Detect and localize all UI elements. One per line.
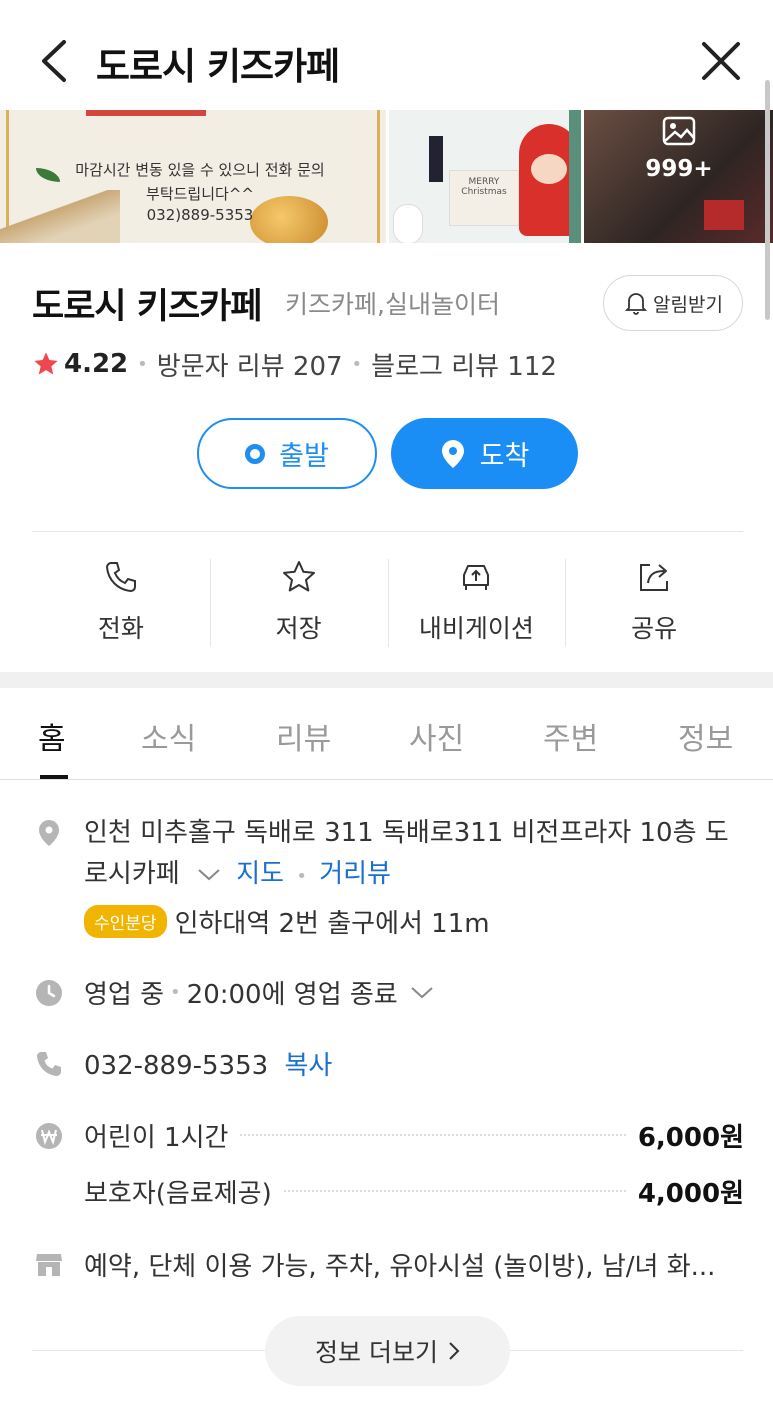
address: 인천 미추홀구 독배로 311 독배로311 비전프라자 10층 도로시카페 지… (84, 813, 744, 897)
chevron-down-icon[interactable] (196, 867, 222, 883)
car-icon (463, 565, 490, 590)
map-link[interactable]: 지도 (236, 859, 284, 889)
save-action[interactable]: 저장 (209, 555, 388, 650)
merry-christmas-label: MERRY Christmas (461, 177, 507, 197)
place-category: 키즈카페,실내놀이터 (285, 290, 500, 319)
quick-actions: 전화 저장 내비게이션 공유 (32, 555, 743, 650)
separator-dot: • (351, 353, 363, 375)
scrollbar[interactable] (765, 80, 770, 320)
notify-button[interactable]: 알림받기 (603, 275, 743, 331)
photo-more[interactable]: 999+ (584, 110, 773, 243)
address-text: 인천 미추홀구 독배로 311 독배로311 비전프라자 10층 도로시카페 (84, 818, 729, 889)
amenities: 예약, 단체 이용 가능, 주차, 유아시설 (놀이방), 남/녀 화... (84, 1252, 716, 1282)
phone-icon (105, 562, 136, 593)
price-name: 어린이 1시간 (84, 1122, 229, 1153)
store-icon (36, 1254, 62, 1276)
photo-notice-phone: 032)889-5353 (146, 206, 254, 224)
close-icon[interactable] (700, 40, 742, 82)
notify-label: 알림받기 (653, 293, 723, 316)
tab-nearby[interactable]: 주변 (543, 714, 598, 758)
copy-button[interactable]: 복사 (284, 1051, 332, 1081)
photo-strip[interactable]: 마감시간 변동 있을 수 있으니 전화 문의 부탁드립니다^^ 032)889-… (0, 110, 773, 243)
save-label: 저장 (275, 614, 322, 643)
separator-dot: • (296, 866, 307, 887)
location-pin-icon (441, 439, 464, 468)
top-bar: 도로시 키즈카페 (0, 0, 773, 110)
chevron-right-icon (449, 1342, 460, 1360)
closing-time: 20:00에 영업 종료 (186, 980, 398, 1010)
call-action[interactable]: 전화 (32, 555, 210, 650)
street-view-link[interactable]: 거리뷰 (319, 859, 391, 889)
price-row: 보호자(음료제공) 4,000원 (84, 1173, 744, 1209)
photo-count: 999+ (645, 156, 713, 182)
arrive-button[interactable]: 도착 (391, 418, 578, 489)
clock-icon (36, 980, 62, 1006)
tab-bar: 홈 소식 리뷰 사진 주변 정보 (0, 688, 773, 780)
arrive-label: 도착 (479, 441, 530, 472)
call-label: 전화 (97, 614, 144, 643)
section-gap (0, 672, 773, 688)
phone-icon (37, 1052, 61, 1076)
tab-info[interactable]: 정보 (678, 714, 733, 758)
price-name: 보호자(음료제공) (84, 1178, 272, 1209)
rating-score: 4.22 (64, 349, 129, 379)
red-underline (86, 110, 206, 116)
open-status: 영업 중 (84, 980, 165, 1010)
depart-label: 출발 (279, 441, 329, 472)
star-rating-icon (34, 352, 58, 375)
more-info-button[interactable]: 정보 더보기 (265, 1316, 510, 1386)
subway-info: 수인분당 인하대역 2번 출구에서 11m (84, 903, 490, 939)
place-name: 도로시 키즈카페 (32, 287, 263, 327)
dotted-leader (240, 1134, 626, 1136)
divider (32, 531, 743, 532)
tab-photos[interactable]: 사진 (409, 714, 464, 758)
share-label: 공유 (631, 614, 678, 643)
dotted-leader (283, 1190, 626, 1192)
separator-dot: • (137, 353, 148, 375)
phone-row: 032-889-5353 복사 (84, 1045, 332, 1082)
location-pin-icon (39, 820, 59, 846)
photo-christmas[interactable]: MERRY Christmas (389, 110, 581, 243)
price-row: 어린이 1시간 6,000원 (84, 1117, 744, 1153)
more-info-label: 정보 더보기 (315, 1338, 438, 1367)
page-title: 도로시 키즈카페 (96, 45, 340, 88)
separator-dot: • (170, 982, 181, 1003)
photo-notice-text: 마감시간 변동 있을 수 있으니 전화 문의 부탁드립니다^^ (75, 161, 325, 203)
photo-notice[interactable]: 마감시간 변동 있을 수 있으니 전화 문의 부탁드립니다^^ 032)889-… (0, 110, 386, 243)
price-value: 4,000원 (637, 1178, 744, 1209)
origin-dot-icon (245, 443, 266, 464)
won-icon (36, 1123, 62, 1149)
gift-box: MERRY Christmas (449, 170, 519, 226)
gift-decoration (704, 200, 744, 230)
business-hours[interactable]: 영업 중 • 20:00에 영업 종료 (84, 974, 434, 1011)
navigation-label: 내비게이션 (418, 614, 534, 643)
chevron-down-icon[interactable] (410, 986, 434, 1000)
share-icon (640, 564, 669, 591)
image-icon (662, 116, 696, 146)
tab-news[interactable]: 소식 (141, 714, 196, 758)
subway-line-badge: 수인분당 (84, 904, 167, 938)
depart-button[interactable]: 출발 (197, 418, 377, 489)
tab-reviews[interactable]: 리뷰 (276, 714, 331, 758)
subway-distance: 인하대역 2번 출구에서 11m (174, 908, 490, 939)
active-tab-indicator (40, 775, 68, 779)
bunny-figure (393, 204, 423, 243)
tab-home[interactable]: 홈 (38, 714, 66, 758)
price-value: 6,000원 (637, 1122, 744, 1153)
phone-number[interactable]: 032-889-5353 (84, 1051, 268, 1081)
nutcracker-ornament (429, 136, 443, 182)
back-icon[interactable] (36, 38, 76, 84)
visitor-reviews-link[interactable]: 방문자 리뷰 207 (157, 346, 343, 383)
bell-plus-icon (624, 293, 648, 315)
navigation-action[interactable]: 내비게이션 (387, 555, 566, 650)
share-action[interactable]: 공유 (565, 555, 743, 650)
rating-row: 4.22 • 방문자 리뷰 207 • 블로그 리뷰 112 (32, 346, 557, 382)
tree-decoration (569, 110, 581, 243)
star-icon (282, 561, 315, 592)
blog-reviews-link[interactable]: 블로그 리뷰 112 (371, 346, 557, 383)
